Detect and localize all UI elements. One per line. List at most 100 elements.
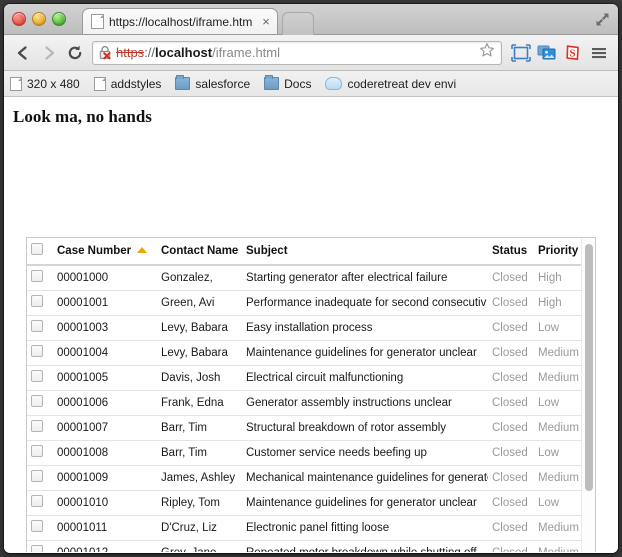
cell-status: Closed bbox=[488, 440, 534, 466]
folder-icon bbox=[264, 75, 280, 90]
cell-case-number: 00001009 bbox=[53, 465, 157, 491]
row-checkbox[interactable] bbox=[31, 270, 43, 282]
tab-title: https://localhost/iframe.htm bbox=[109, 14, 253, 29]
row-select-cell[interactable] bbox=[27, 315, 53, 341]
table-row[interactable]: 00001008 Barr, Tim Customer service needs … bbox=[27, 440, 582, 466]
row-select-cell[interactable] bbox=[27, 490, 53, 516]
close-window-button[interactable] bbox=[12, 12, 26, 26]
device-mode-icon[interactable] bbox=[508, 40, 534, 66]
table-row[interactable]: 00001001 Green, Avi Performance inadequate… bbox=[27, 290, 582, 316]
url-host: localhost bbox=[155, 45, 213, 60]
scrollbar-thumb[interactable] bbox=[585, 244, 593, 491]
cell-priority: Medium bbox=[534, 540, 582, 552]
sort-ascending-icon bbox=[137, 247, 148, 254]
bookmark-label: addstyles bbox=[110, 76, 162, 91]
table-row[interactable]: 00001007 Barr, Tim Structural breakdown of… bbox=[27, 415, 582, 441]
maximize-window-button[interactable] bbox=[52, 12, 66, 26]
document-bookmark-icon bbox=[10, 76, 22, 91]
close-icon[interactable]: × bbox=[259, 14, 273, 29]
cell-contact-name: Levy, Babara bbox=[157, 315, 242, 341]
bookmark-item[interactable]: 320 x 480 bbox=[10, 76, 80, 91]
url-text[interactable]: https://localhost/iframe.html bbox=[116, 45, 479, 60]
cell-subject: Electronic panel fitting loose bbox=[242, 515, 488, 541]
row-select-cell[interactable] bbox=[27, 390, 53, 416]
row-select-cell[interactable] bbox=[27, 290, 53, 316]
row-select-cell[interactable] bbox=[27, 465, 53, 491]
table-row[interactable]: 00001012Grey, JaneRepeated motor breakdo… bbox=[27, 540, 582, 552]
url-scheme: https bbox=[116, 45, 145, 60]
cell-contact-name: Barr, Tim bbox=[157, 415, 242, 441]
row-select-cell[interactable] bbox=[27, 415, 53, 441]
row-select-cell[interactable] bbox=[27, 515, 53, 541]
select-all-header[interactable] bbox=[27, 238, 53, 266]
back-button[interactable] bbox=[10, 40, 36, 66]
window-traffic-lights bbox=[12, 12, 66, 26]
column-header-priority[interactable]: Priority bbox=[534, 238, 582, 266]
table-row[interactable]: 00001011 D'Cruz, Liz Electronic panel fitt… bbox=[27, 515, 582, 541]
column-header-contact-name[interactable]: Contact Name bbox=[157, 238, 242, 266]
table-row[interactable]: 00001003 Levy, Babara Easy installation pr… bbox=[27, 315, 582, 341]
page-title: Look ma, no hands bbox=[13, 107, 152, 126]
cell-priority: High bbox=[534, 290, 582, 316]
minimize-window-button[interactable] bbox=[32, 12, 46, 26]
row-checkbox[interactable] bbox=[31, 445, 43, 457]
row-select-cell[interactable] bbox=[27, 340, 53, 366]
cell-priority: Low bbox=[534, 315, 582, 341]
column-header-subject[interactable]: Subject bbox=[242, 238, 488, 266]
table-row[interactable]: 00001006 Frank, Edna Generator assembly in… bbox=[27, 390, 582, 416]
row-checkbox[interactable] bbox=[31, 395, 43, 407]
address-bar[interactable]: https://localhost/iframe.html bbox=[92, 40, 502, 65]
table-row[interactable]: 00001009 James, Ashley Mechanical maintena… bbox=[27, 465, 582, 491]
column-header-status[interactable]: Status bbox=[488, 238, 534, 266]
fullscreen-expand-icon[interactable] bbox=[590, 8, 614, 30]
red-s-extension-icon[interactable]: S bbox=[560, 40, 586, 66]
table-row[interactable]: 00001005 Davis, Josh Electrical circuit ma… bbox=[27, 365, 582, 391]
screenshot-image-icon[interactable] bbox=[534, 40, 560, 66]
row-select-cell[interactable] bbox=[27, 540, 53, 552]
row-checkbox[interactable] bbox=[31, 420, 43, 432]
row-checkbox[interactable] bbox=[31, 370, 43, 382]
cell-status: Closed bbox=[488, 265, 534, 291]
bookmark-item[interactable]: salesforce bbox=[175, 75, 251, 91]
cell-contact-name: Davis, Josh bbox=[157, 365, 242, 391]
row-checkbox[interactable] bbox=[31, 345, 43, 357]
cell-contact-name: Ripley, Tom bbox=[157, 490, 242, 516]
table-row[interactable]: 00001004 Levy, Babara Maintenance guidelin… bbox=[27, 340, 582, 366]
cell-case-number: 00001008 bbox=[53, 440, 157, 466]
table-row[interactable]: 00001010 Ripley, Tom Maintenance guideline… bbox=[27, 490, 582, 516]
cell-status: Closed bbox=[488, 340, 534, 366]
broken-https-lock-icon[interactable] bbox=[98, 45, 112, 60]
bookmark-item[interactable]: addstyles bbox=[93, 76, 162, 91]
select-all-checkbox[interactable] bbox=[31, 243, 43, 255]
cell-status: Closed bbox=[488, 290, 534, 316]
cell-subject: Customer service needs beefing up bbox=[242, 440, 488, 466]
row-checkbox[interactable] bbox=[31, 470, 43, 482]
table-row[interactable]: 00001000 Gonzalez, Starting generator afte… bbox=[27, 265, 582, 291]
hamburger-menu-icon[interactable] bbox=[586, 40, 612, 66]
bookmark-item[interactable]: coderetreat dev envi bbox=[325, 77, 456, 91]
reload-button[interactable] bbox=[62, 40, 88, 66]
forward-button[interactable] bbox=[36, 40, 62, 66]
row-checkbox[interactable] bbox=[31, 295, 43, 307]
bookmark-item[interactable]: Docs bbox=[264, 75, 311, 91]
row-select-cell[interactable] bbox=[27, 365, 53, 391]
row-select-cell[interactable] bbox=[27, 440, 53, 466]
row-select-cell[interactable] bbox=[27, 265, 53, 291]
bookmarks-bar: 320 x 480 addstyles salesforce Docs coderetr… bbox=[4, 71, 618, 97]
row-checkbox[interactable] bbox=[31, 320, 43, 332]
column-header-case-number[interactable]: Case Number bbox=[53, 238, 157, 266]
cell-contact-name: Levy, Babara bbox=[157, 340, 242, 366]
bookmark-label: salesforce bbox=[195, 76, 251, 91]
iframe-vertical-scrollbar[interactable] bbox=[581, 238, 595, 552]
new-tab-button[interactable] bbox=[282, 12, 314, 35]
cell-priority: Medium bbox=[534, 340, 582, 366]
browser-tab[interactable]: https://localhost/iframe.htm × bbox=[82, 8, 278, 34]
cases-table-viewport: Case Number Contact Name Subject Status … bbox=[27, 238, 582, 552]
row-checkbox[interactable] bbox=[31, 545, 43, 552]
cell-status: Closed bbox=[488, 390, 534, 416]
row-checkbox[interactable] bbox=[31, 520, 43, 532]
cell-priority: Low bbox=[534, 490, 582, 516]
row-checkbox[interactable] bbox=[31, 495, 43, 507]
star-outline-icon[interactable] bbox=[479, 42, 495, 63]
cell-case-number: 00001010 bbox=[53, 490, 157, 516]
